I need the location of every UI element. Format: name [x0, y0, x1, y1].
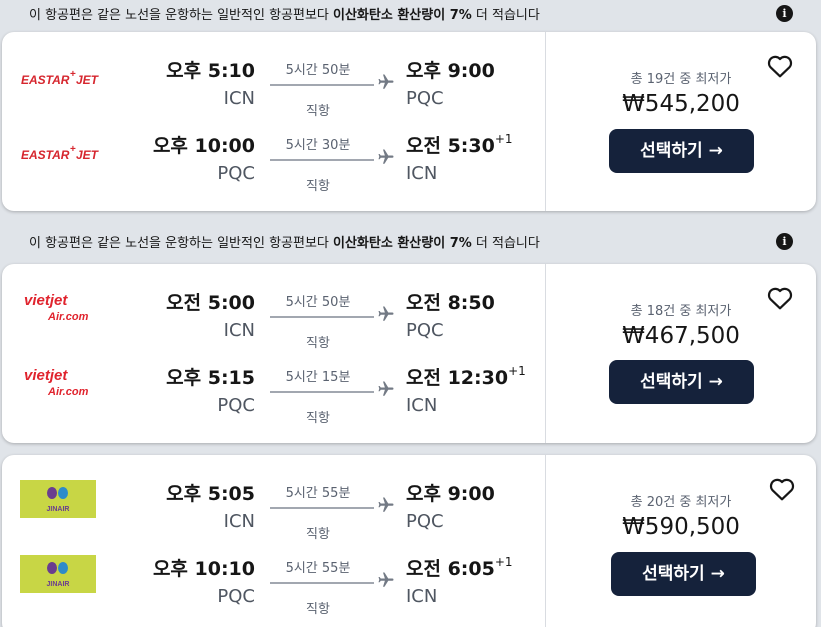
stops-label: 직항	[306, 179, 330, 194]
select-button[interactable]: 선택하기 →	[609, 129, 754, 173]
info-icon[interactable]: i	[776, 233, 793, 250]
return-leg: EASTAR JET + 오후 10:00 PQC 5시간 30분 직항 오전 …	[2, 131, 545, 203]
arrival-time: 오전 5:30+1	[406, 131, 513, 157]
select-button[interactable]: 선택하기 →	[609, 360, 754, 404]
arrival-airport: ICN	[406, 586, 438, 607]
route-line	[270, 316, 374, 318]
flight-duration: 5시간 50분	[285, 63, 351, 78]
route-line	[270, 582, 374, 584]
airplane-icon	[378, 149, 394, 164]
price-panel: 총 19건 중 최저가 ₩545,200 선택하기 →	[546, 32, 816, 211]
arrival-airport: PQC	[406, 320, 444, 341]
stops-label: 직항	[306, 336, 330, 351]
flight-duration: 5시간 55분	[285, 486, 351, 501]
airplane-icon	[378, 74, 394, 89]
jin-air-logo: JINAIR	[20, 555, 96, 593]
return-leg: JINAIR 오후 10:10 PQC 5시간 55분 직항 오전 6:05+1…	[2, 554, 545, 626]
arrival-time: 오전 8:50	[406, 292, 495, 314]
outbound-leg: EASTAR JET + 오후 5:10 ICN 5시간 50분 직항 오후 9…	[2, 56, 545, 128]
departure-airport: PQC	[217, 163, 255, 184]
svg-text:+: +	[70, 69, 76, 80]
svg-text:JET: JET	[76, 73, 100, 87]
arrival-airport: ICN	[406, 395, 438, 416]
stops-label: 직항	[306, 527, 330, 542]
vietjet-air-logo: vietjet Air.com	[24, 367, 89, 398]
arrival-airport: PQC	[406, 511, 444, 532]
departure-time: 오후 5:10	[166, 60, 255, 82]
svg-text:EASTAR: EASTAR	[21, 148, 70, 162]
route-line	[270, 391, 374, 393]
price-note: 총 19건 중 최저가	[630, 72, 732, 87]
flight-duration: 5시간 55분	[285, 561, 351, 576]
route-line	[270, 84, 374, 86]
vietjet-air-logo: vietjet Air.com	[24, 292, 89, 323]
departure-airport: ICN	[223, 88, 255, 109]
stops-label: 직항	[306, 104, 330, 119]
flight-duration: 5시간 30분	[285, 138, 351, 153]
route-line	[270, 507, 374, 509]
departure-airport: PQC	[217, 395, 255, 416]
departure-time: 오후 10:10	[152, 558, 255, 580]
svg-text:EASTAR: EASTAR	[21, 73, 70, 87]
flight-duration: 5시간 50분	[285, 295, 351, 310]
result-card[interactable]: EASTAR JET + 오후 5:10 ICN 5시간 50분 직항 오후 9…	[2, 32, 816, 211]
select-button[interactable]: 선택하기 →	[611, 552, 756, 596]
eco-banner: 이 항공편은 같은 노선을 운항하는 일반적인 항공편보다 이산화탄소 환산량이…	[0, 0, 821, 30]
arrival-time: 오전 12:30+1	[406, 363, 526, 389]
svg-text:Air.com: Air.com	[47, 386, 89, 398]
arrival-time: 오전 6:05+1	[406, 554, 513, 580]
stops-label: 직항	[306, 602, 330, 617]
price-note: 총 20건 중 최저가	[630, 495, 732, 510]
airplane-icon	[378, 381, 394, 396]
arrival-time: 오후 9:00	[406, 483, 495, 505]
price-panel: 총 20건 중 최저가 ₩590,500 선택하기 →	[546, 455, 816, 627]
departure-time: 오전 5:00	[166, 292, 255, 314]
price: ₩545,200	[622, 91, 740, 117]
departure-airport: PQC	[217, 586, 255, 607]
airplane-icon	[378, 572, 394, 587]
arrival-airport: ICN	[406, 163, 438, 184]
price-panel: 총 18건 중 최저가 ₩467,500 선택하기 →	[546, 264, 816, 443]
svg-text:JINAIR: JINAIR	[47, 506, 70, 513]
departure-time: 오후 5:15	[166, 367, 255, 389]
svg-text:JINAIR: JINAIR	[47, 581, 70, 588]
flight-duration: 5시간 15분	[285, 370, 351, 385]
outbound-leg: vietjet Air.com 오전 5:00 ICN 5시간 50분 직항 오…	[2, 288, 545, 360]
outbound-leg: JINAIR 오후 5:05 ICN 5시간 55분 직항 오후 9:00 PQ…	[2, 479, 545, 551]
stops-label: 직항	[306, 411, 330, 426]
route-line	[270, 159, 374, 161]
eastar-jet-logo: EASTAR JET +	[21, 144, 100, 162]
price: ₩467,500	[622, 323, 740, 349]
info-icon[interactable]: i	[776, 5, 793, 22]
eco-banner-text: 이 항공편은 같은 노선을 운항하는 일반적인 항공편보다 이산화탄소 환산량이…	[29, 236, 540, 251]
svg-text:vietjet: vietjet	[24, 367, 68, 384]
departure-airport: ICN	[223, 511, 255, 532]
airplane-icon	[378, 306, 394, 321]
svg-text:+: +	[70, 144, 76, 155]
svg-text:Air.com: Air.com	[47, 311, 89, 323]
result-card[interactable]: JINAIR 오후 5:05 ICN 5시간 55분 직항 오후 9:00 PQ…	[2, 455, 816, 627]
result-card[interactable]: vietjet Air.com 오전 5:00 ICN 5시간 50분 직항 오…	[2, 264, 816, 443]
price-note: 총 18건 중 최저가	[630, 304, 732, 319]
svg-text:JET: JET	[76, 148, 100, 162]
jin-air-logo: JINAIR	[20, 480, 96, 518]
arrival-airport: PQC	[406, 88, 444, 109]
departure-time: 오후 5:05	[166, 483, 255, 505]
svg-text:vietjet: vietjet	[24, 292, 68, 309]
departure-airport: ICN	[223, 320, 255, 341]
eco-banner-text: 이 항공편은 같은 노선을 운항하는 일반적인 항공편보다 이산화탄소 환산량이…	[29, 8, 540, 23]
price: ₩590,500	[622, 514, 740, 540]
return-leg: vietjet Air.com 오후 5:15 PQC 5시간 15분 직항 오…	[2, 363, 545, 435]
airplane-icon	[378, 497, 394, 512]
departure-time: 오후 10:00	[152, 135, 255, 157]
arrival-time: 오후 9:00	[406, 60, 495, 82]
eco-banner: 이 항공편은 같은 노선을 운항하는 일반적인 항공편보다 이산화탄소 환산량이…	[0, 228, 821, 258]
eastar-jet-logo: EASTAR JET +	[21, 69, 100, 87]
